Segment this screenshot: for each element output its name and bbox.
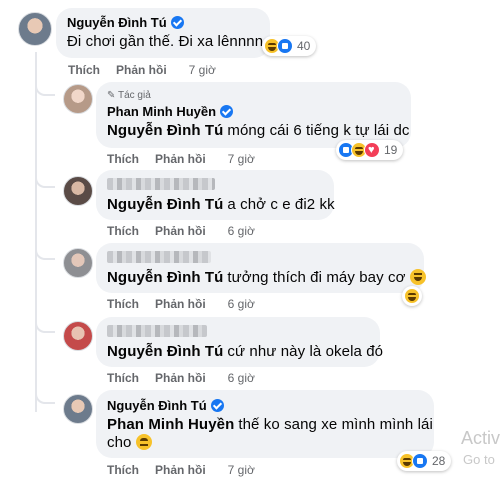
timestamp[interactable]: 7 giờ [189,63,216,77]
thread-elbow [35,313,55,333]
like-button[interactable]: Thích [68,63,100,77]
verified-badge-icon [210,399,224,412]
like-button[interactable]: Thích [107,297,139,311]
comment-text: Phan Minh Huyền thế ko sang xe mình mình … [107,416,433,433]
blurred-author-name [107,251,211,263]
comment-actions: Thích Phản hồi 6 giờ [107,224,271,238]
reply-button[interactable]: Phản hồi [155,224,206,238]
author-badge: ✎ Tác giả [107,90,151,101]
activation-watermark-subtext: Go to [463,452,495,467]
comment-text: Nguyễn Đình Tú cứ như này là okela đó [107,343,384,360]
timestamp[interactable]: 6 giờ [228,224,255,238]
comment-actions: Thích Phản hồi 6 giờ [107,371,271,385]
avatar[interactable] [63,321,93,351]
haha-reaction-icon [404,288,420,304]
mention-link[interactable]: Nguyễn Đình Tú [107,343,223,360]
avatar[interactable] [63,176,93,206]
reaction-summary[interactable] [402,286,422,306]
like-button[interactable]: Thích [107,371,139,385]
thread-elbow [35,168,55,188]
timestamp[interactable]: 6 giờ [228,297,255,311]
comment-actions: Thích Phản hồi 7 giờ [107,463,271,477]
mention-link[interactable]: Nguyễn Đình Tú [107,196,223,213]
timestamp[interactable]: 7 giờ [228,463,255,477]
reaction-count: 40 [297,39,311,53]
reply-button[interactable]: Phản hồi [116,63,167,77]
blurred-author-name [107,178,215,190]
avatar[interactable] [63,84,93,114]
comment-actions: Thích Phản hồi 7 giờ [68,63,232,77]
like-button[interactable]: Thích [107,152,139,166]
thread-elbow [35,240,55,260]
comment-text: Nguyễn Đình Tú tưởng thích đi máy bay cơ [107,269,426,286]
reply-button[interactable]: Phản hồi [155,297,206,311]
verified-badge-icon [220,105,234,118]
comment-text-continued: cho [107,434,152,451]
laughing-emoji-icon [409,269,426,285]
like-button[interactable]: Thích [107,463,139,477]
like-reaction-icon [412,453,428,469]
mention-link[interactable]: Nguyễn Đình Tú [107,269,223,286]
timestamp[interactable]: 6 giờ [228,371,255,385]
comment-actions: Thích Phản hồi 6 giờ [107,297,271,311]
reaction-count: 19 [384,143,398,157]
like-button[interactable]: Thích [107,224,139,238]
blurred-author-name [107,325,207,337]
mention-link[interactable]: Phan Minh Huyền [107,416,234,433]
reaction-summary[interactable]: 19 [336,140,404,160]
comment-text: Nguyễn Đình Tú a chở c e đi2 kk [107,196,335,213]
thread-elbow [35,384,55,404]
thread-elbow [35,76,55,96]
mention-link[interactable]: Nguyễn Đình Tú [107,122,223,139]
reply-button[interactable]: Phản hồi [155,152,206,166]
comment-author[interactable]: Phan Minh Huyền [107,104,234,119]
comment-text: Nguyễn Đình Tú móng cái 6 tiếng k tự lái … [107,122,410,139]
reaction-summary[interactable]: 28 [397,451,452,471]
comment-author[interactable]: Nguyễn Đình Tú [67,15,184,30]
thread-line [35,52,37,412]
timestamp[interactable]: 7 giờ [228,152,255,166]
verified-badge-icon [170,16,184,29]
comment-actions: Thích Phản hồi 7 giờ [107,152,271,166]
avatar[interactable] [63,248,93,278]
avatar[interactable] [63,394,93,424]
activation-watermark: Activ [461,428,500,448]
avatar[interactable] [18,12,52,46]
comment-text: Đi chơi gần thế. Đi xa lênnnn [67,33,264,50]
comment-author[interactable]: Nguyễn Đình Tú [107,398,224,413]
reaction-count: 28 [432,454,446,468]
reply-button[interactable]: Phản hồi [155,371,206,385]
like-reaction-icon [277,38,293,54]
reaction-summary[interactable]: 40 [262,36,317,56]
reply-button[interactable]: Phản hồi [155,463,206,477]
upside-down-face-emoji-icon [135,434,152,450]
love-reaction-icon [364,142,380,158]
